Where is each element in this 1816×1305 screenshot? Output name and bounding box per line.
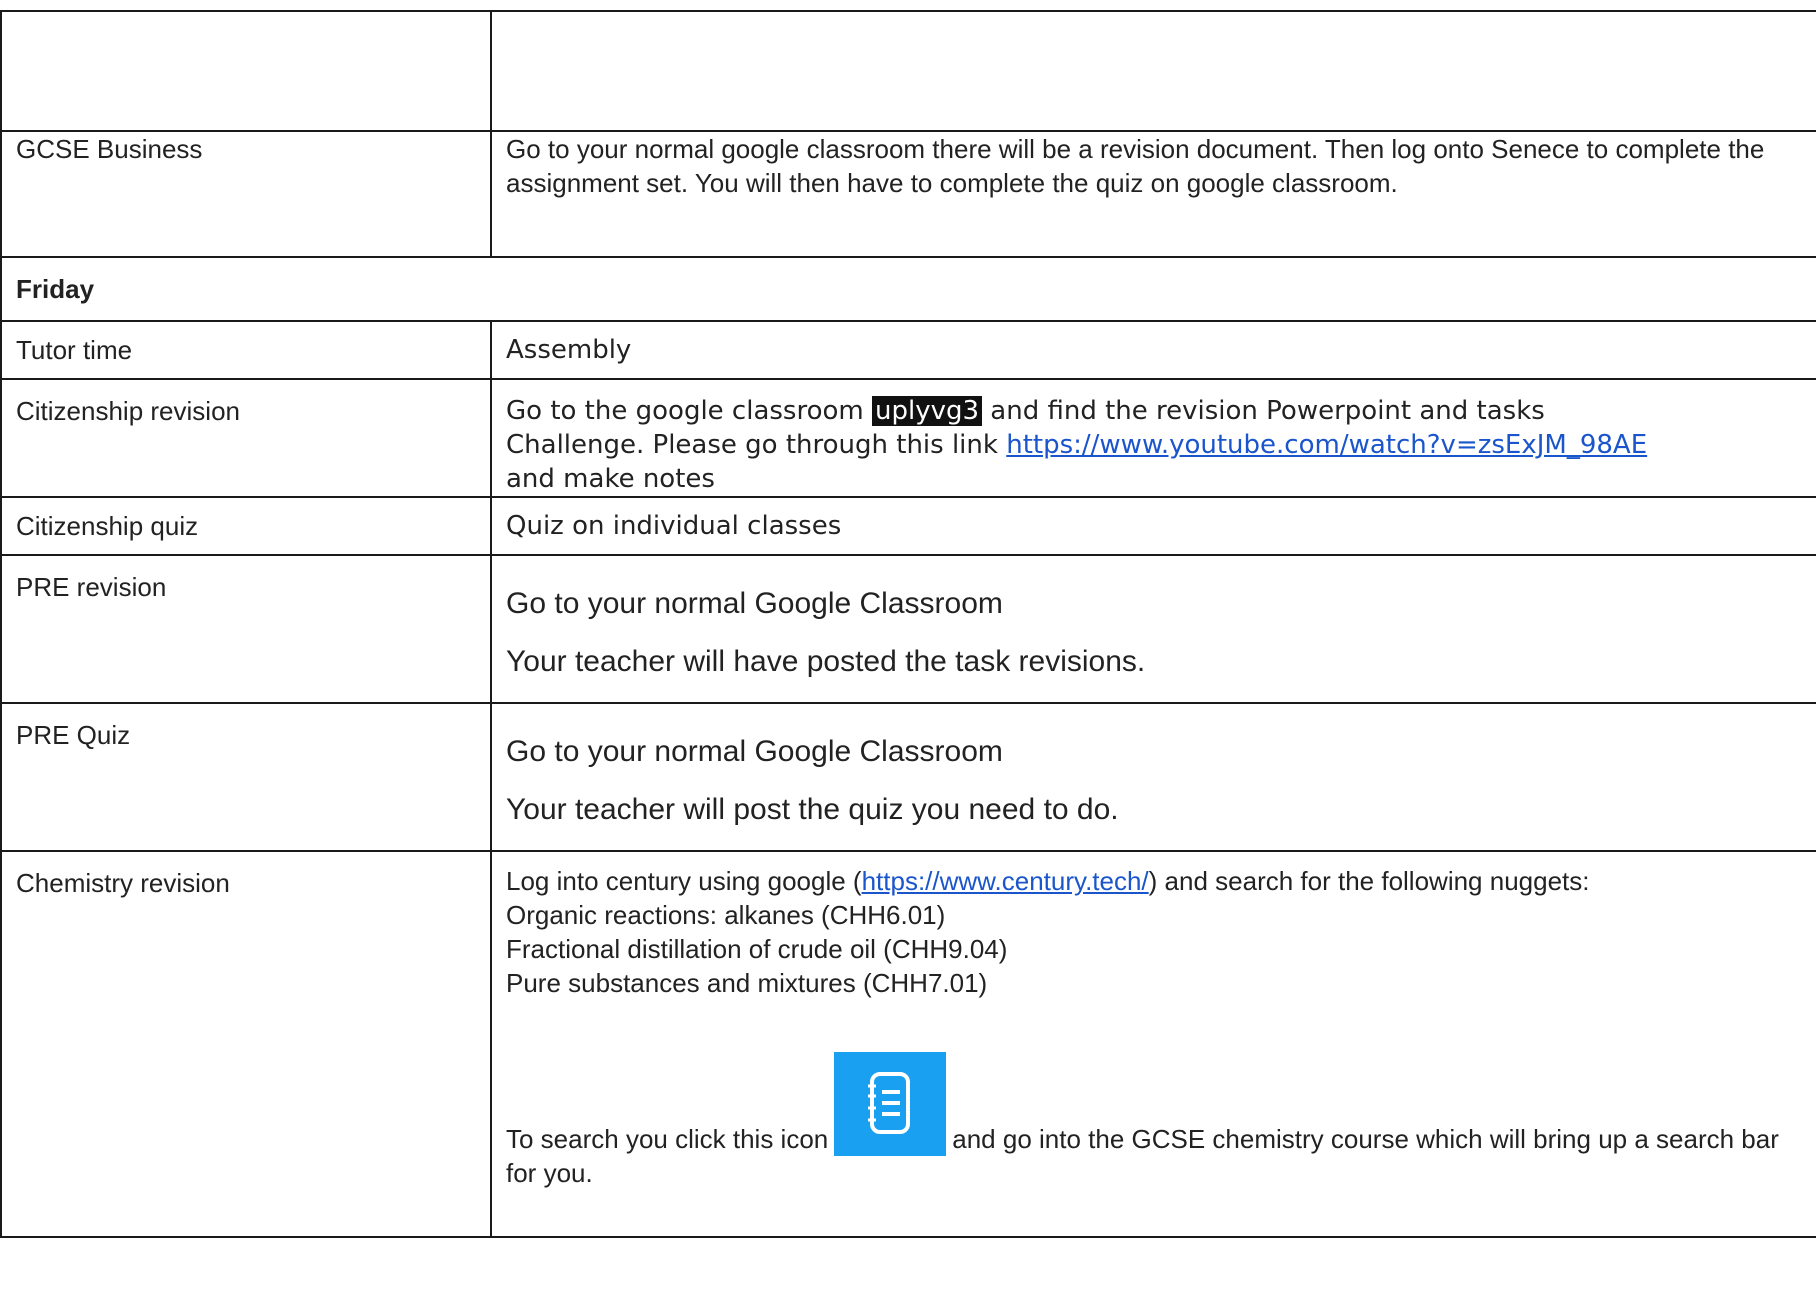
task-cell: Assembly <box>490 320 1816 380</box>
task-cell: Go to your normal google classroom there… <box>490 130 1816 258</box>
nugget-item: Fractional distillation of crude oil (CH… <box>506 934 1008 964</box>
document-page: GCSE Business Go to your normal google c… <box>0 0 1816 1305</box>
task-cell: Go to the google classroom uplyvg3 and f… <box>490 378 1816 498</box>
subject-cell: PRE revision <box>0 554 492 704</box>
table-row: Tutor time Assembly <box>0 320 1816 380</box>
task-line: Your teacher will post the quiz you need… <box>506 793 1119 826</box>
table-row: Chemistry revision Log into century usin… <box>0 850 1816 1238</box>
task-text: Challenge. Please go through this link <box>506 430 998 460</box>
youtube-link[interactable]: https://www.youtube.com/watch?v=zsExJM_9… <box>1006 430 1647 460</box>
notebook-list-icon <box>834 1052 947 1156</box>
table-row: PRE Quiz Go to your normal Google Classr… <box>0 702 1816 852</box>
subject-cell: GCSE Business <box>0 130 492 258</box>
timetable: GCSE Business Go to your normal google c… <box>0 10 1816 1238</box>
subject-cell: Citizenship quiz <box>0 496 492 556</box>
table-row <box>0 10 1816 132</box>
task-cell: Go to your normal Google Classroom Your … <box>490 554 1816 704</box>
subject-cell: Chemistry revision <box>0 850 492 1238</box>
cropped-header-strip <box>0 0 1816 10</box>
task-line: Go to the google classroom uplyvg3 and f… <box>506 394 1816 428</box>
nugget-item: Pure substances and mixtures (CHH7.01) <box>506 968 988 998</box>
task-text: Go to the google classroom <box>506 396 864 426</box>
task-cell: Go to your normal Google Classroom Your … <box>490 702 1816 852</box>
day-row: Friday <box>0 256 1816 322</box>
task-line: Go to your normal Google Classroom <box>506 587 1003 620</box>
task-text: To search you click this icon <box>506 1124 829 1154</box>
task-text: ) and search for the following nuggets: <box>1148 866 1590 896</box>
task-line: Go to your normal Google Classroom <box>506 735 1003 768</box>
task-line: Challenge. Please go through this link h… <box>506 428 1816 462</box>
table-row: Citizenship quiz Quiz on individual clas… <box>0 496 1816 556</box>
task-cell: Log into century using google (https://w… <box>490 850 1816 1238</box>
table-row: PRE revision Go to your normal Google Cl… <box>0 554 1816 704</box>
task-line: To search you click this icon and go into… <box>506 1052 1816 1190</box>
task-cell: Quiz on individual classes <box>490 496 1816 556</box>
table-row: GCSE Business Go to your normal google c… <box>0 130 1816 258</box>
task-line: and make notes <box>506 464 715 494</box>
empty-cell <box>0 10 492 132</box>
subject-cell: Citizenship revision <box>0 378 492 498</box>
task-text: and find the revision Powerpoint and tas… <box>990 396 1545 426</box>
class-code: uplyvg3 <box>872 396 983 426</box>
task-line: Your teacher will have posted the task r… <box>506 645 1146 678</box>
subject-cell: PRE Quiz <box>0 702 492 852</box>
task-text: Log into century using google ( <box>506 866 862 896</box>
century-link[interactable]: https://www.century.tech/ <box>862 866 1149 896</box>
empty-cell <box>490 10 1816 132</box>
subject-cell: Tutor time <box>0 320 492 380</box>
task-line: Log into century using google (https://w… <box>506 864 1816 898</box>
day-heading: Friday <box>0 256 1816 322</box>
nugget-item: Organic reactions: alkanes (CHH6.01) <box>506 900 946 930</box>
table-row: Citizenship revision Go to the google cl… <box>0 378 1816 498</box>
